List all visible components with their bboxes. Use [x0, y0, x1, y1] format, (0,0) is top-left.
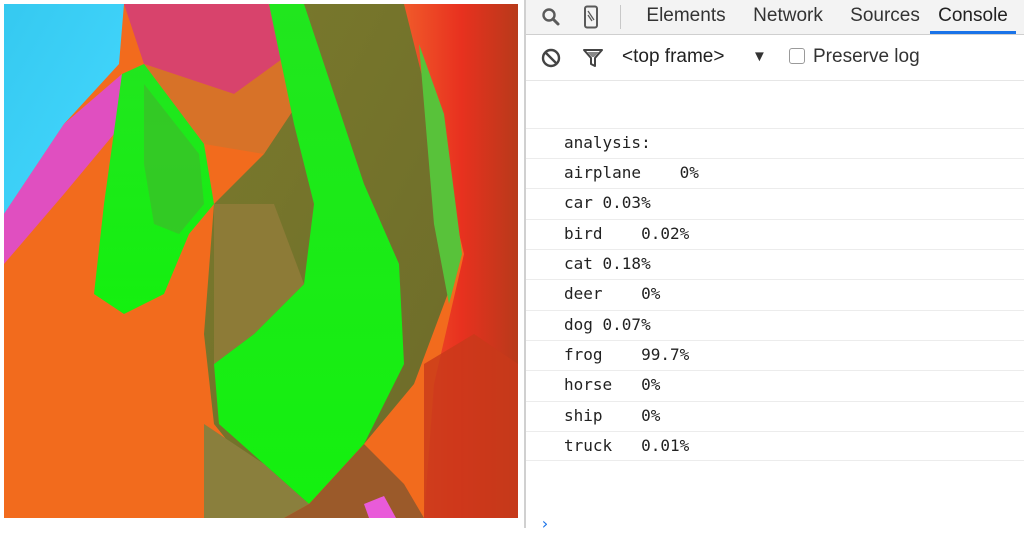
- console-line-text: dog 0.07%: [564, 315, 651, 334]
- console-prompt-icon[interactable]: ›: [540, 514, 550, 533]
- preserve-log-label[interactable]: Preserve log: [813, 43, 920, 71]
- devtools-tabbar: Elements Network Sources Console: [526, 0, 1024, 35]
- console-line-text: airplane 0%: [564, 163, 699, 182]
- console-line-text: deer 0%: [564, 284, 661, 303]
- console-line: cat 0.18%: [526, 249, 1024, 279]
- console-line-text: cat 0.18%: [564, 254, 651, 273]
- console-line: airplane 0%: [526, 158, 1024, 188]
- tab-console[interactable]: Console: [930, 0, 1016, 34]
- tab-sources[interactable]: Sources: [838, 0, 932, 34]
- search-icon[interactable]: [536, 2, 566, 32]
- filter-icon[interactable]: [580, 45, 606, 71]
- console-line: dog 0.07%: [526, 310, 1024, 340]
- console-line-text: analysis:: [564, 133, 651, 152]
- console-line-text: horse 0%: [564, 375, 661, 394]
- console-line: bird 0.02%: [526, 219, 1024, 249]
- console-line-text: bird 0.02%: [564, 224, 690, 243]
- console-line: frog 99.7%: [526, 340, 1024, 370]
- console-line: analysis:: [526, 128, 1024, 158]
- tab-elements[interactable]: Elements: [636, 0, 736, 34]
- console-line-text: frog 99.7%: [564, 345, 690, 364]
- console-line: ship 0%: [526, 401, 1024, 431]
- dropdown-arrow-icon[interactable]: ▼: [752, 43, 767, 71]
- clear-console-icon[interactable]: [538, 45, 564, 71]
- device-mode-icon[interactable]: [576, 2, 606, 32]
- console-line: deer 0%: [526, 279, 1024, 309]
- console-line: car 0.03%: [526, 188, 1024, 218]
- tab-network[interactable]: Network: [740, 0, 836, 34]
- console-output: analysis: airplane 0% car 0.03% bird 0.0…: [526, 80, 1024, 528]
- console-line-text: truck 0.01%: [564, 436, 690, 455]
- console-line: horse 0%: [526, 370, 1024, 400]
- preserve-log-checkbox[interactable]: [789, 48, 805, 64]
- generated-image: [4, 4, 518, 518]
- console-toolbar: <top frame> ▼ Preserve log: [526, 35, 1024, 81]
- devtools-panel: Elements Network Sources Console <top fr…: [526, 0, 1024, 533]
- console-line-text: ship 0%: [564, 406, 661, 425]
- toolbar-separator: [620, 5, 621, 29]
- console-line-text: car 0.03%: [564, 193, 651, 212]
- context-selector[interactable]: <top frame>: [622, 43, 724, 71]
- console-line: truck 0.01%: [526, 431, 1024, 461]
